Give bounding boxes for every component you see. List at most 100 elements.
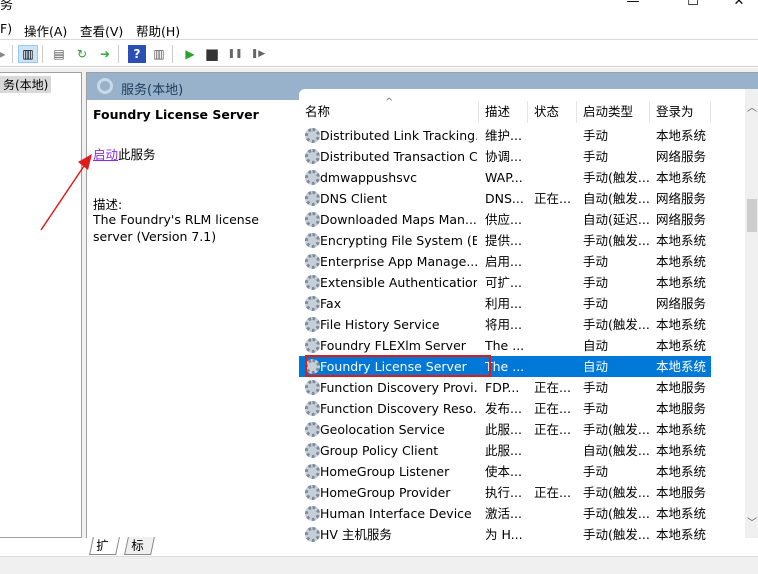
scroll-down-icon[interactable]: ﹀: [745, 514, 758, 529]
stop-service-icon[interactable]: ■: [203, 45, 221, 63]
table-row[interactable]: HomeGroup Listener 使本... 手动 本地系统: [299, 461, 711, 482]
service-startup-type: 手动(触发...: [583, 422, 650, 437]
service-name: Geolocation Service: [320, 422, 445, 437]
table-row[interactable]: Group Policy Client 此服... 自动(触发... 本地系统: [299, 440, 711, 461]
table-row[interactable]: Downloaded Maps Man... 供应... 自动(延迟... 网络服务: [299, 209, 711, 230]
minimize-button[interactable]: —: [610, 0, 656, 14]
service-startup-type: 手动: [583, 149, 609, 164]
scroll-thumb[interactable]: [747, 199, 757, 232]
service-name: Encrypting File System (E...: [320, 233, 477, 248]
help-icon[interactable]: ?: [128, 45, 146, 63]
table-row[interactable]: Encrypting File System (E... 提供... 手动(触发..…: [299, 230, 711, 251]
toolbar: ▶ ▥ ▤ ↻ ➜ ? ▥ ▶ ■ ❚❚ ❚▶: [0, 41, 758, 67]
service-status: 正在...: [534, 422, 571, 437]
start-link-suffix: 此服务: [118, 147, 156, 162]
scroll-up-icon[interactable]: ︿: [745, 99, 758, 114]
service-status: 正在...: [534, 401, 571, 416]
table-row[interactable]: Function Discovery Provi... FDP... 正在... 手动…: [299, 377, 711, 398]
service-startup-type: 手动: [583, 254, 609, 269]
highlight-box: [305, 355, 491, 377]
service-name: DNS Client: [320, 191, 388, 206]
service-gear-icon: [305, 128, 320, 143]
service-gear-icon: [305, 338, 320, 353]
service-log-on-as: 本地服务: [656, 401, 707, 416]
service-gear-icon: [305, 149, 320, 164]
service-log-on-as: 本地系统: [656, 359, 707, 374]
service-log-on-as: 网络服务: [656, 149, 707, 164]
resume-service-icon[interactable]: ❚▶: [249, 45, 267, 63]
title-bar: 务 — ☐ ✕: [0, 0, 758, 16]
table-row[interactable]: Fax 利用... 手动 网络服务: [299, 293, 711, 314]
table-row[interactable]: Geolocation Service 此服... 正在... 手动(触发... 本地系…: [299, 419, 711, 440]
column-startup-type[interactable]: 启动类型: [577, 101, 650, 123]
refresh-icon[interactable]: ↻: [73, 45, 91, 63]
start-service-icon[interactable]: ▶: [181, 45, 199, 63]
close-button[interactable]: ✕: [716, 0, 758, 14]
service-description: 将用...: [485, 317, 522, 332]
show-action-pane-icon[interactable]: ▥: [150, 45, 168, 63]
service-description: FDP...: [485, 380, 520, 395]
service-gear-icon: [305, 296, 320, 311]
service-description: 使本...: [485, 464, 522, 479]
export-list-icon[interactable]: ➜: [96, 45, 114, 63]
table-row[interactable]: Human Interface Device ... 激活... 手动(触发... 本…: [299, 503, 711, 524]
service-log-on-as: 本地系统: [656, 443, 707, 458]
table-row[interactable]: Foundry FLEXlm Server The ... 自动 本地系统: [299, 335, 711, 356]
service-description: 启用...: [485, 254, 522, 269]
service-log-on-as: 本地系统: [656, 338, 707, 353]
column-log-on-as[interactable]: 登录为: [650, 101, 711, 123]
service-gear-icon: [305, 380, 320, 395]
column-header: ^ 名称 描述 状态 启动类型 登录为: [299, 97, 745, 123]
menu-action[interactable]: 操作(A): [24, 21, 67, 40]
service-name: HomeGroup Provider: [320, 485, 451, 500]
table-row[interactable]: Enterprise App Manage... 启用... 手动 本地系统: [299, 251, 711, 272]
service-log-on-as: 本地系统: [656, 317, 707, 332]
start-link[interactable]: 启动: [93, 147, 118, 162]
service-startup-type: 手动: [583, 401, 609, 416]
description-text: The Foundry's RLM license server (Versio…: [93, 212, 259, 244]
service-startup-type: 手动(触发...: [583, 485, 650, 500]
window-title: 务: [0, 0, 14, 13]
service-status: 正在...: [534, 380, 571, 395]
column-name[interactable]: 名称: [299, 101, 479, 123]
table-row[interactable]: Distributed Link Tracking... 维护... 手动 本地系统: [299, 125, 711, 146]
column-description[interactable]: 描述: [479, 101, 528, 123]
table-row[interactable]: File History Service 将用... 手动(触发... 本地系统: [299, 314, 711, 335]
table-row[interactable]: Extensible Authentication... 可扩... 手动 本地系统: [299, 272, 711, 293]
table-row[interactable]: DNS Client DNS... 正在... 自动(触发... 网络服务: [299, 188, 711, 209]
menu-view[interactable]: 查看(V): [80, 21, 123, 40]
maximize-button[interactable]: ☐: [670, 0, 716, 14]
description-panel: Foundry License Server 启动此服务 描述: The Fou…: [87, 100, 299, 538]
services-list: ^ 名称 描述 状态 启动类型 登录为 Distributed Link Tra…: [299, 89, 758, 542]
vertical-scrollbar[interactable]: ︿ ﹀: [745, 89, 758, 538]
separator: [42, 45, 43, 63]
service-gear-icon: [305, 422, 320, 437]
table-row[interactable]: HomeGroup Provider 执行... 正在... 手动(触发... 本地服务: [299, 482, 711, 503]
service-description: The ...: [485, 338, 525, 353]
services-pane: 服务(本地) Foundry License Server 启动此服务 描述: …: [86, 72, 758, 542]
properties-icon[interactable]: ▤: [50, 45, 68, 63]
table-row[interactable]: Function Discovery Reso... 发布... 正在... 手动 本地…: [299, 398, 711, 419]
service-log-on-as: 本地服务: [656, 485, 707, 500]
show-hide-tree-icon[interactable]: ▥: [18, 45, 38, 63]
tab-extended[interactable]: 扩展: [89, 537, 120, 570]
table-row[interactable]: Distributed Transaction C... 协调... 手动 网络服务: [299, 146, 711, 167]
column-status[interactable]: 状态: [528, 101, 577, 123]
tree-item-services-local[interactable]: 务(本地): [0, 76, 52, 93]
service-description: 协调...: [485, 149, 522, 164]
service-name: HV 主机服务: [320, 527, 392, 542]
menu-help[interactable]: 帮助(H): [136, 21, 180, 40]
service-name: Enterprise App Manage...: [320, 254, 477, 269]
service-gear-icon: [305, 464, 320, 479]
table-row[interactable]: dmwappushsvc WAP... 手动(触发... 本地系统: [299, 167, 711, 188]
table-row[interactable]: HV 主机服务 为 H... 手动(触发... 本地系统: [299, 524, 711, 545]
service-description: 执行...: [485, 485, 522, 500]
service-name: Function Discovery Reso...: [320, 401, 477, 416]
service-log-on-as: 本地系统: [656, 527, 707, 542]
menu-file[interactable]: F): [0, 21, 12, 36]
tab-standard[interactable]: 标准: [124, 537, 155, 570]
service-startup-type: 手动(触发...: [583, 317, 650, 332]
service-name: File History Service: [320, 317, 440, 332]
forward-icon[interactable]: ▶: [0, 45, 10, 63]
pause-service-icon[interactable]: ❚❚: [226, 45, 244, 63]
